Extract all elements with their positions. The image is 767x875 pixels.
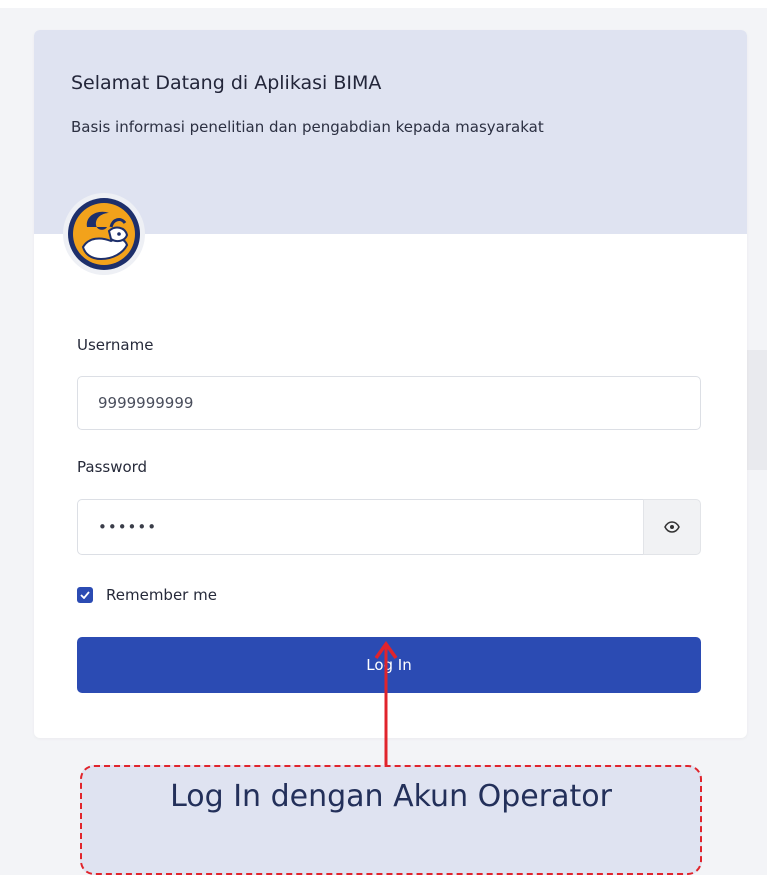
welcome-title: Selamat Datang di Aplikasi BIMA (71, 72, 382, 94)
login-card: Selamat Datang di Aplikasi BIMA Basis in… (34, 30, 747, 738)
remember-me: Remember me (77, 586, 217, 604)
show-password-button[interactable] (643, 499, 701, 555)
eye-icon (664, 521, 680, 533)
remember-me-checkbox[interactable] (77, 587, 93, 603)
annotation-text: Log In dengan Akun Operator (170, 778, 612, 814)
remember-me-label: Remember me (106, 586, 217, 604)
password-input[interactable]: •••••• (77, 499, 643, 555)
welcome-subtitle: Basis informasi penelitian dan pengabdia… (71, 118, 544, 136)
app-logo (63, 193, 145, 275)
bima-logo-icon (68, 198, 140, 270)
username-input[interactable]: 9999999999 (77, 376, 701, 430)
annotation-arrow-icon (374, 640, 398, 768)
top-strip (0, 0, 767, 8)
annotation-callout: Log In dengan Akun Operator (80, 765, 702, 875)
password-label: Password (77, 458, 148, 476)
username-label: Username (77, 336, 154, 354)
check-icon (80, 591, 90, 599)
